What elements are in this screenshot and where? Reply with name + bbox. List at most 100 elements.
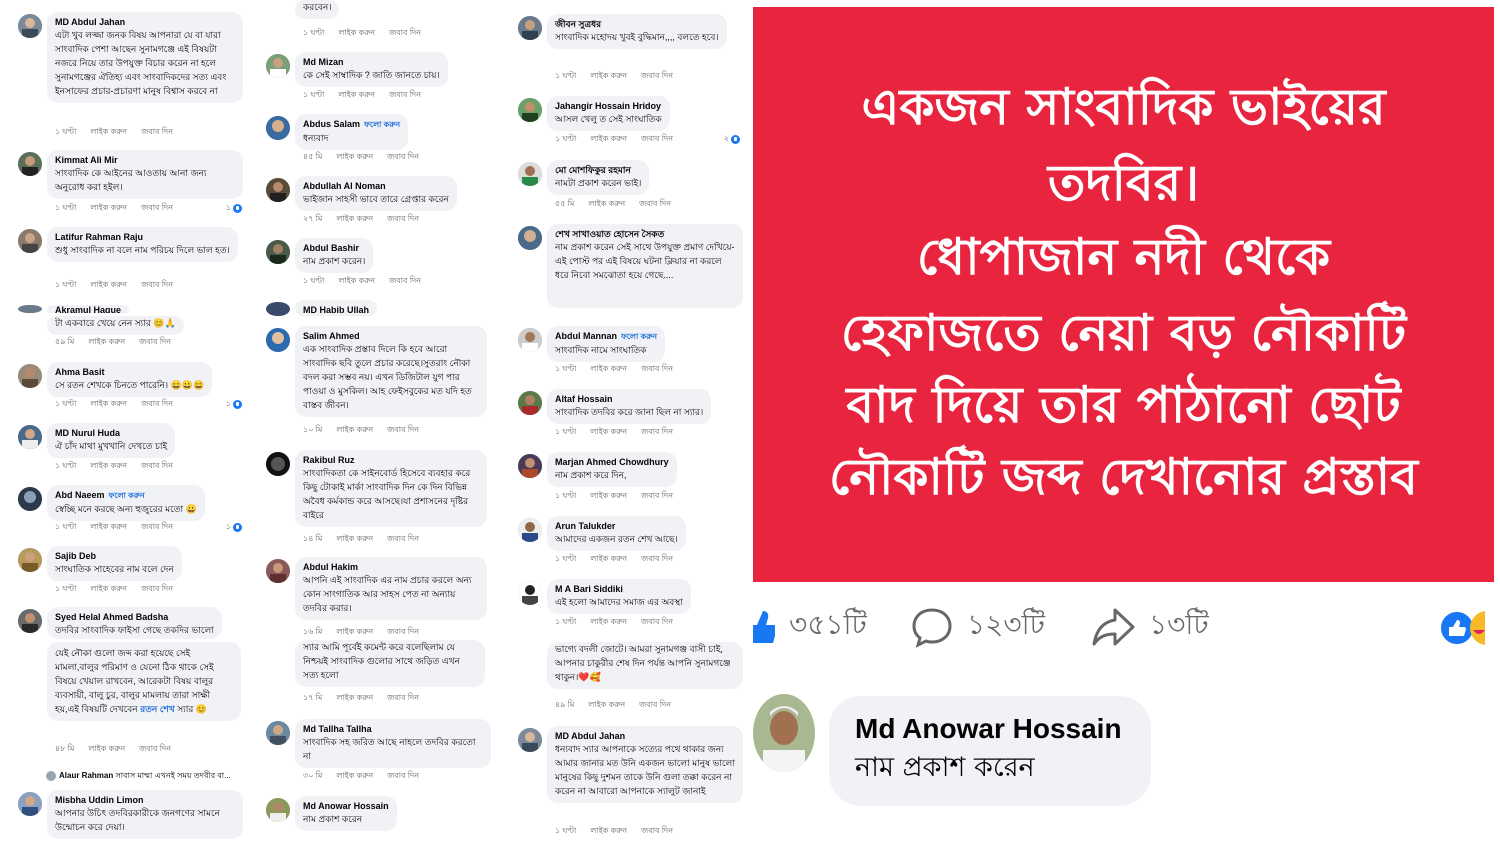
- comment-author[interactable]: Syed Helal Ahmed Badsha: [55, 611, 214, 623]
- reply-link[interactable]: জবাব দিন: [389, 28, 421, 37]
- avatar[interactable]: [518, 728, 542, 752]
- reply-link[interactable]: জবাব দিন: [139, 337, 171, 346]
- reply-link[interactable]: জবাব দিন: [139, 744, 171, 753]
- reply-link[interactable]: জবাব দিন: [639, 700, 671, 709]
- comment-author[interactable]: MD Abdul Jahan: [55, 16, 235, 28]
- reply-link[interactable]: জবাব দিন: [641, 554, 673, 563]
- like-link[interactable]: লাইক করুন: [90, 203, 127, 212]
- follow-link[interactable]: ফলো করুন: [621, 332, 657, 341]
- comment-author[interactable]: Abdul Hakim: [303, 561, 479, 573]
- comment-author[interactable]: MD Abdul Jahan: [555, 730, 735, 742]
- avatar[interactable]: [518, 162, 542, 186]
- like-link[interactable]: লাইক করুন: [336, 534, 373, 543]
- reply-link[interactable]: জবাব দিন: [641, 364, 673, 373]
- comment-author[interactable]: Abdus Salam ফলো করুন: [303, 118, 400, 131]
- avatar[interactable]: [266, 116, 290, 140]
- like-link[interactable]: লাইক করুন: [88, 337, 125, 346]
- comment-button[interactable]: ১২৩টি: [911, 603, 1045, 650]
- comment-author[interactable]: Arun Talukder: [555, 520, 678, 532]
- like-link[interactable]: লাইক করুন: [90, 280, 127, 289]
- avatar[interactable]: [518, 454, 542, 478]
- like-link[interactable]: লাইক করুন: [88, 744, 125, 753]
- avatar[interactable]: [518, 226, 542, 250]
- comment-author[interactable]: Latifur Rahman Raju: [55, 231, 230, 243]
- comment-author[interactable]: Jahangir Hossain Hridoy: [555, 100, 662, 112]
- avatar[interactable]: [18, 792, 42, 816]
- comment-author[interactable]: Md Anowar Hossain: [303, 800, 389, 812]
- avatar[interactable]: [18, 548, 42, 572]
- reply-link[interactable]: জবাব দিন: [141, 280, 173, 289]
- avatar[interactable]: [18, 425, 42, 449]
- avatar[interactable]: [18, 609, 42, 633]
- like-link[interactable]: লাইক করুন: [90, 399, 127, 408]
- author-name[interactable]: Abd Naeem: [55, 490, 105, 500]
- avatar[interactable]: [266, 240, 290, 264]
- like-link[interactable]: লাইক করুন: [590, 617, 627, 626]
- reply-link[interactable]: জবাব দিন: [641, 617, 673, 626]
- reaction-count[interactable]: ১: [226, 202, 242, 215]
- reply-link[interactable]: জবাব দিন: [641, 134, 673, 143]
- reply-link[interactable]: জবাব দিন: [141, 522, 173, 531]
- reply-link[interactable]: জবাব দিন: [641, 427, 673, 436]
- like-link[interactable]: লাইক করুন: [590, 826, 627, 835]
- mention-link[interactable]: রতন শেখ: [140, 704, 174, 714]
- like-link[interactable]: লাইক করুন: [90, 127, 127, 136]
- reply-link[interactable]: জবাব দিন: [141, 584, 173, 593]
- avatar[interactable]: [518, 581, 542, 605]
- reply-link[interactable]: জবাব দিন: [389, 276, 421, 285]
- like-link[interactable]: লাইক করুন: [336, 425, 373, 434]
- like-link[interactable]: লাইক করুন: [336, 771, 373, 780]
- post-image-card[interactable]: একজন সাংবাদিক ভাইয়ের তদবির। ধোপাজান নদী…: [753, 7, 1494, 582]
- comment-author[interactable]: Md Tallha Tallha: [303, 723, 483, 735]
- like-link[interactable]: লাইক করুন: [590, 427, 627, 436]
- comment-author[interactable]: জীবন সুত্রধর: [555, 18, 719, 30]
- comment-author[interactable]: Sajib Deb: [55, 550, 174, 562]
- reply-link[interactable]: জবাব দিন: [387, 693, 419, 702]
- comment-author[interactable]: Ahma Basit: [55, 366, 204, 378]
- comment-author[interactable]: Abdul Bashir: [303, 242, 365, 254]
- reply-link[interactable]: জবাব দিন: [387, 534, 419, 543]
- like-link[interactable]: লাইক করুন: [338, 28, 375, 37]
- avatar[interactable]: [518, 98, 542, 122]
- avatar[interactable]: [266, 452, 290, 476]
- reaction-summary[interactable]: [1439, 610, 1500, 650]
- comment-author[interactable]: Kimmat Ali Mir: [55, 154, 235, 166]
- reply-link[interactable]: জবাব দিন: [141, 399, 173, 408]
- like-link[interactable]: লাইক করুন: [590, 71, 627, 80]
- avatar[interactable]: [18, 152, 42, 176]
- avatar[interactable]: [266, 559, 290, 583]
- reply-link[interactable]: জবাব দিন: [389, 90, 421, 99]
- reply-link[interactable]: জবাব দিন: [387, 214, 419, 223]
- reply-link[interactable]: জবাব দিন: [639, 199, 671, 208]
- comment-author[interactable]: Marjan Ahmed Chowdhury: [555, 456, 669, 468]
- reply-author[interactable]: Alaur Rahman: [59, 771, 113, 780]
- like-link[interactable]: লাইক করুন: [588, 700, 625, 709]
- reaction-count[interactable]: ২: [724, 133, 740, 146]
- comment-author[interactable]: Abdul Mannan ফলো করুন: [555, 330, 657, 343]
- like-link[interactable]: লাইক করুন: [336, 627, 373, 636]
- comment-author[interactable]: Salim Ahmed: [303, 330, 479, 342]
- comment-author[interactable]: Rakibul Ruz: [303, 454, 479, 466]
- comment-author[interactable]: MD Habib Ullah: [303, 304, 369, 316]
- comment-author[interactable]: Misbha Uddin Limon: [55, 794, 235, 806]
- avatar[interactable]: [18, 487, 42, 511]
- comment-author[interactable]: Altaf Hossain: [555, 393, 703, 405]
- share-button[interactable]: ১৩টি: [1091, 603, 1209, 650]
- reply-link[interactable]: জবাব দিন: [641, 71, 673, 80]
- comment-author[interactable]: শেখ সাখাওয়াত হোসেন সৈকত: [555, 228, 735, 240]
- comment-author[interactable]: Md Mizan: [303, 56, 440, 68]
- like-link[interactable]: লাইক করুন: [590, 554, 627, 563]
- avatar[interactable]: [518, 16, 542, 40]
- like-link[interactable]: লাইক করুন: [336, 214, 373, 223]
- like-link[interactable]: লাইক করুন: [590, 364, 627, 373]
- like-link[interactable]: লাইক করুন: [90, 584, 127, 593]
- reply-preview[interactable]: Alaur Rahman সাবাস মাম্মা এখনই সময় তদবী…: [46, 770, 231, 783]
- like-link[interactable]: লাইক করুন: [338, 276, 375, 285]
- reply-link[interactable]: জবাব দিন: [387, 627, 419, 636]
- avatar[interactable]: [18, 305, 42, 313]
- like-link[interactable]: লাইক করুন: [588, 199, 625, 208]
- author-name[interactable]: Abdul Mannan: [555, 331, 617, 341]
- comment-author[interactable]: মো মোশফিকুর রহমান: [555, 164, 641, 176]
- comment-author[interactable]: Abdullah Al Noman: [303, 180, 449, 192]
- comment-author[interactable]: MD Nurul Huda: [55, 427, 167, 439]
